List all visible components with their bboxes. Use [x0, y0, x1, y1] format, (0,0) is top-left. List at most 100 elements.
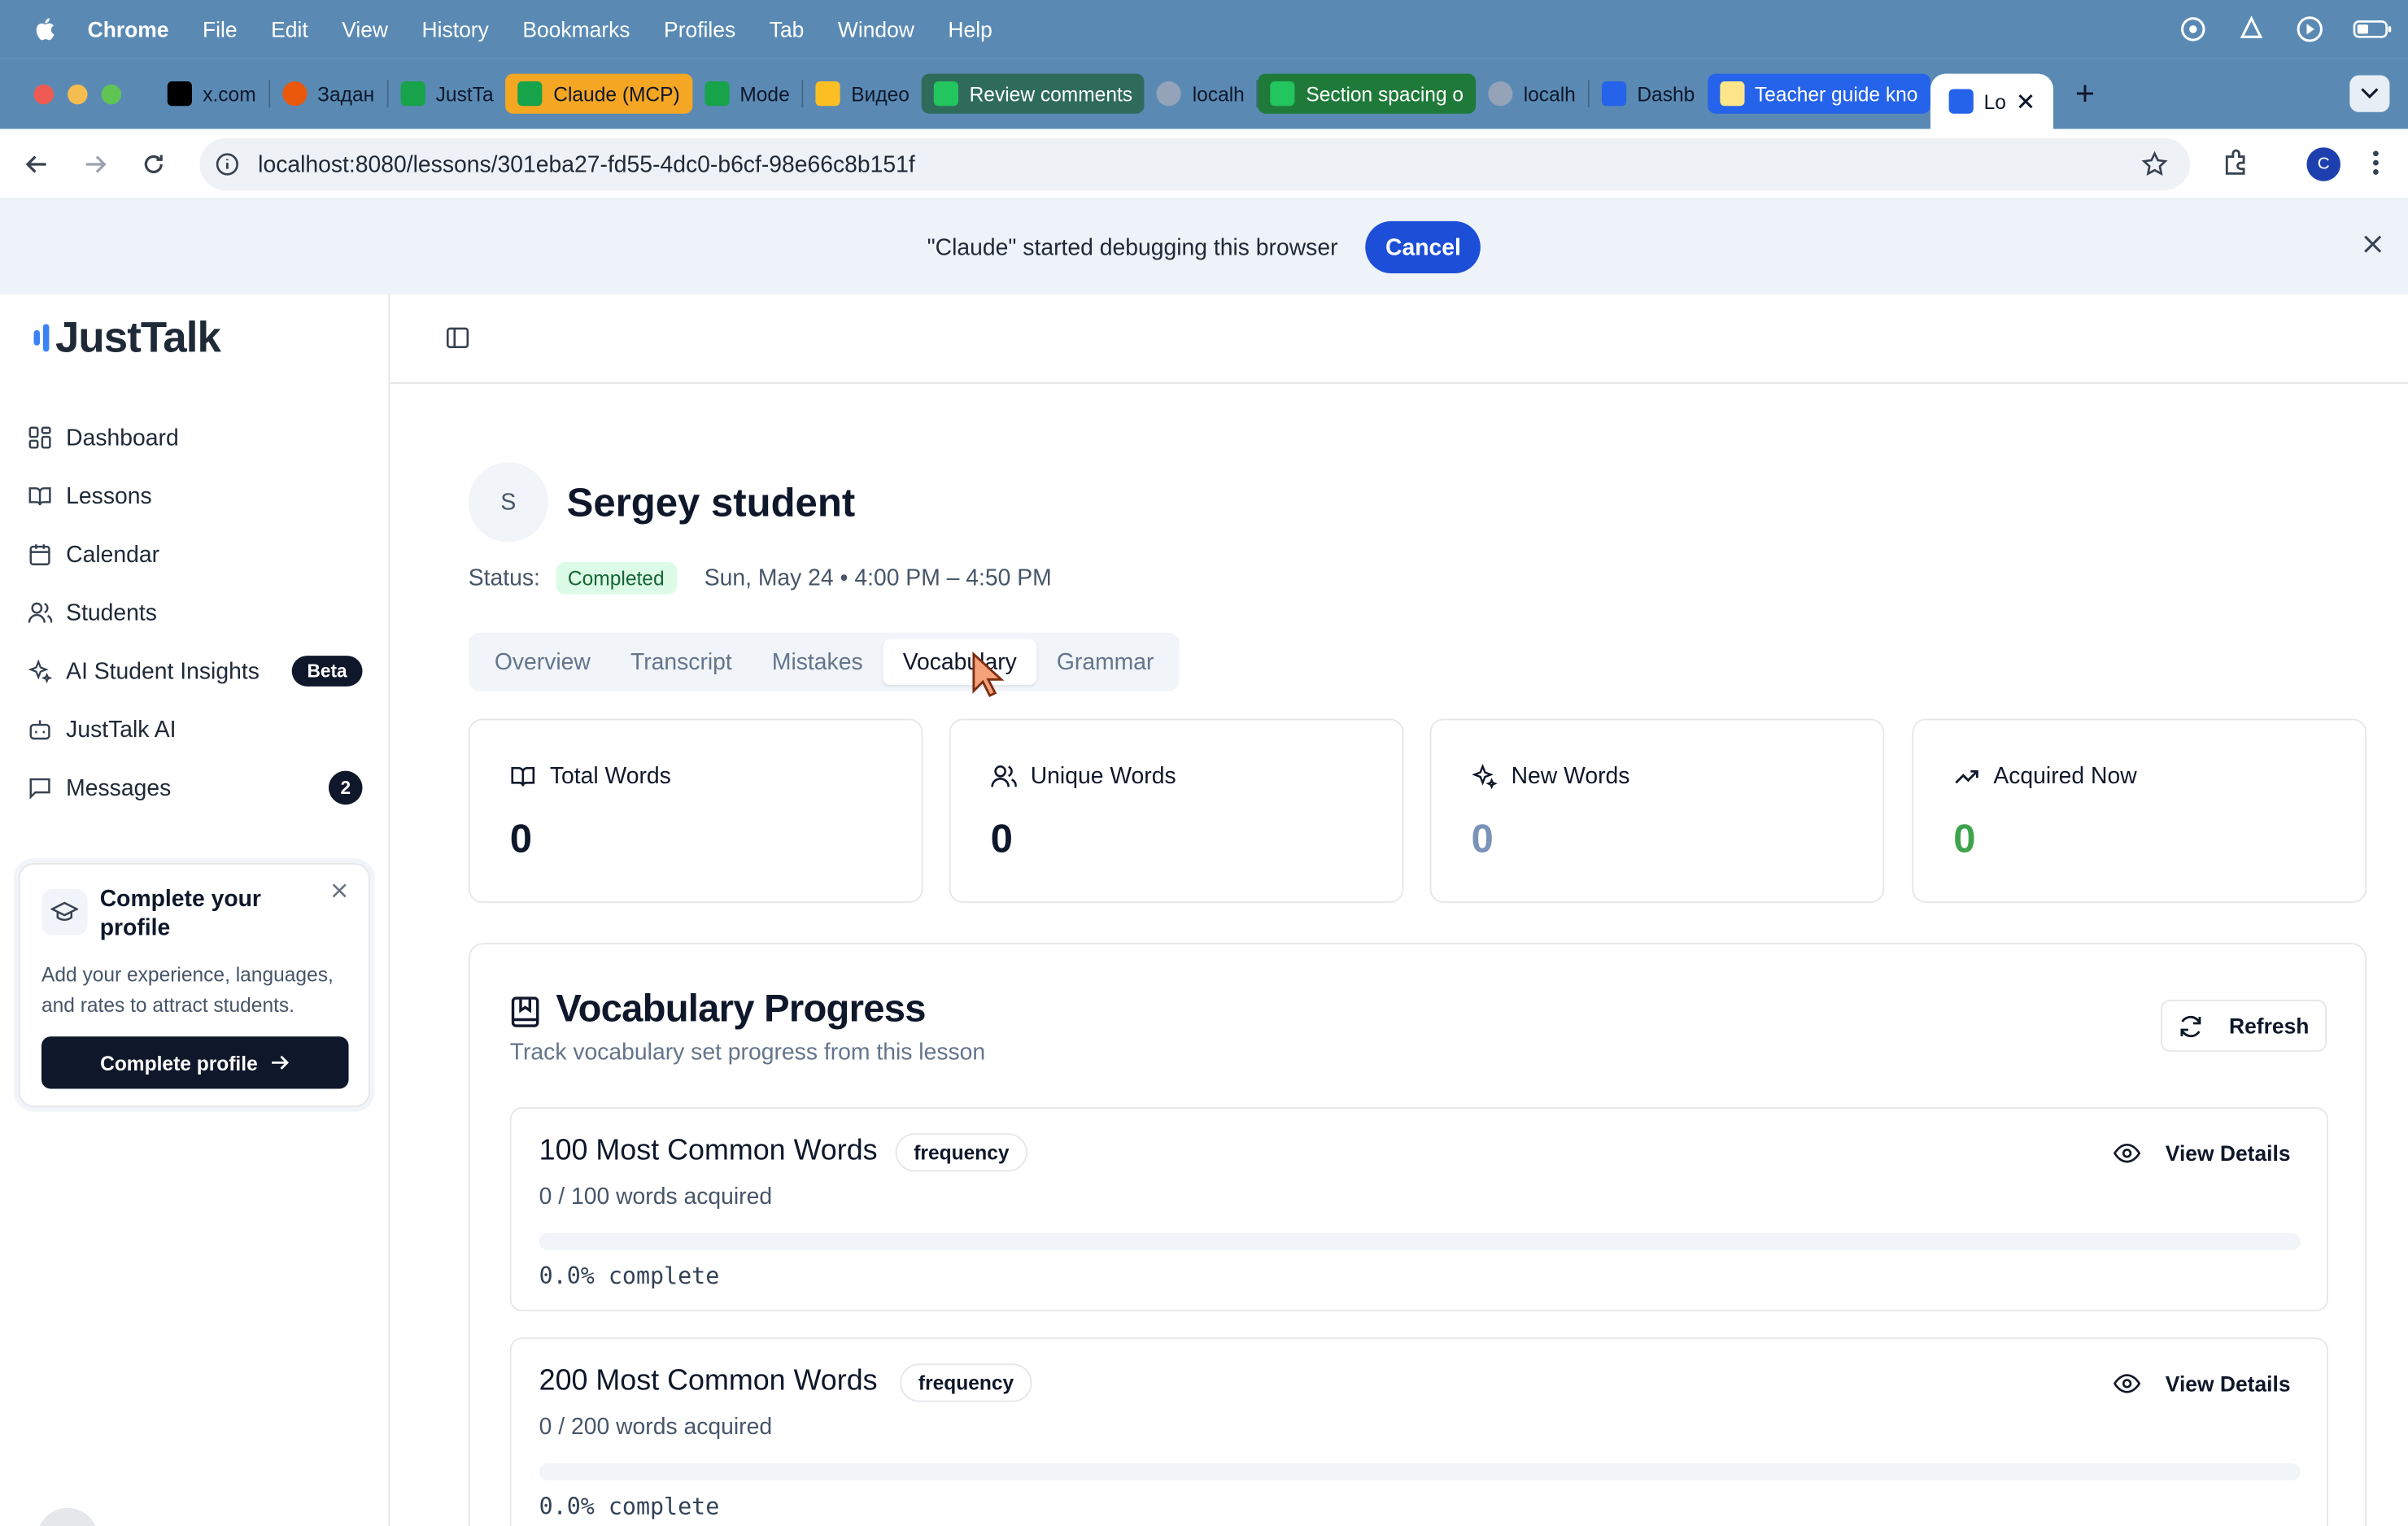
close-tab-icon[interactable] — [2017, 92, 2035, 111]
view-details-button[interactable]: View Details — [2113, 1140, 2291, 1166]
reload-icon — [144, 154, 163, 173]
stat-value: 0 — [1471, 815, 1494, 862]
sidebar-toggle-icon[interactable] — [445, 325, 469, 350]
site-info-icon[interactable] — [215, 152, 239, 177]
tab-overview[interactable]: Overview — [474, 639, 610, 685]
sidebar-item-calendar[interactable]: Calendar — [0, 525, 390, 584]
browser-tab-active[interactable]: Lo — [1930, 73, 2054, 129]
tab-search-button[interactable] — [2349, 75, 2390, 112]
menu-help[interactable]: Help — [948, 17, 992, 41]
close-icon[interactable] — [2362, 233, 2383, 255]
tab-vocabulary[interactable]: Vocabulary — [883, 639, 1037, 685]
menu-app-name[interactable]: Chrome — [88, 17, 169, 41]
view-details-button[interactable]: View Details — [2113, 1371, 2291, 1396]
tray-sync-icon[interactable] — [2236, 14, 2267, 45]
tray-play-icon[interactable] — [2294, 14, 2325, 45]
chevron-down-icon — [2361, 88, 2379, 99]
stat-value: 0 — [990, 815, 1013, 862]
dismiss-card-icon[interactable] — [332, 883, 347, 898]
battery-icon[interactable] — [2353, 14, 2393, 45]
profile-avatar[interactable]: C — [2306, 147, 2341, 181]
stat-label: Acquired Now — [1993, 763, 2137, 790]
menu-view[interactable]: View — [342, 17, 388, 41]
browser-tab-grouped[interactable]: Section spacing o — [1258, 73, 1477, 114]
site-favicon-icon — [281, 81, 307, 107]
more-options-icon[interactable] — [2371, 147, 2380, 178]
globe-icon — [1488, 81, 1513, 107]
sidebar-item-lessons[interactable]: Lessons — [0, 467, 390, 525]
browser-tab[interactable]: x.com — [155, 74, 268, 114]
eye-icon — [2113, 1374, 2141, 1393]
menu-profiles[interactable]: Profiles — [664, 17, 735, 41]
sidebar-item-label: Messages — [66, 774, 172, 801]
status-badge: Completed — [555, 561, 677, 595]
tray-app-icon[interactable] — [2178, 14, 2209, 45]
new-tab-button[interactable]: + — [2075, 74, 2095, 114]
refresh-button[interactable]: Refresh — [2161, 999, 2327, 1053]
sidebar-item-messages[interactable]: Messages 2 — [0, 759, 390, 818]
content-header — [390, 294, 2408, 384]
justtalk-favicon-icon — [400, 81, 425, 107]
tab-mistakes[interactable]: Mistakes — [752, 639, 883, 685]
vocab-set-acquired: 0 / 200 words acquired — [539, 1414, 773, 1441]
extensions-icon[interactable] — [2221, 147, 2252, 178]
url-text: localhost:8080/lessons/301eba27-fd55-4dc… — [258, 150, 915, 178]
eye-icon — [2113, 1144, 2141, 1163]
window-controls — [33, 83, 122, 104]
menu-window[interactable]: Window — [838, 17, 914, 41]
view-details-label: View Details — [2165, 1140, 2291, 1166]
browser-tab-grouped[interactable]: Teacher guide kno — [1707, 73, 1930, 114]
menu-edit[interactable]: Edit — [271, 17, 308, 41]
macos-menu-bar: Chrome File Edit View History Bookmarks … — [0, 0, 2408, 59]
user-avatar[interactable] — [37, 1507, 98, 1526]
zoom-window-button[interactable] — [101, 83, 122, 104]
refresh-label: Refresh — [2228, 1013, 2310, 1039]
close-window-button[interactable] — [33, 83, 55, 104]
browser-tab[interactable]: localh — [1145, 74, 1257, 114]
sidebar-item-label: Students — [66, 600, 157, 626]
reload-button[interactable] — [132, 142, 175, 185]
apple-icon[interactable] — [33, 15, 60, 43]
sidebar-item-dashboard[interactable]: Dashboard — [0, 408, 390, 467]
stat-card-total-words: Total Words 0 — [468, 718, 923, 904]
main-content: S Sergey student Status: Completed Sun, … — [390, 294, 2408, 1526]
justtalk-favicon-icon — [1948, 89, 1974, 114]
browser-tab[interactable]: Dashb — [1590, 74, 1708, 114]
sidebar-item-justtalk-ai[interactable]: JustTalk AI — [0, 700, 390, 759]
tab-transcript[interactable]: Transcript — [610, 639, 752, 685]
browser-tab[interactable]: Задан — [270, 74, 387, 114]
status-label: Status: — [468, 565, 540, 591]
sidebar-item-students[interactable]: Students — [0, 583, 390, 642]
users-icon — [28, 602, 53, 623]
bookmark-star-icon[interactable] — [2141, 150, 2169, 178]
browser-tab[interactable]: JustTa — [388, 74, 506, 114]
browser-tab-grouped[interactable]: Review comments — [922, 73, 1145, 114]
minimize-window-button[interactable] — [68, 83, 88, 104]
vocab-set-tag: frequency — [900, 1363, 1032, 1402]
panel-title: Vocabulary Progress — [556, 987, 926, 1031]
back-button[interactable] — [15, 142, 59, 185]
browser-tab[interactable]: Mode — [692, 74, 802, 114]
address-bar[interactable]: localhost:8080/lessons/301eba27-fd55-4dc… — [199, 137, 2191, 191]
tab-grammar[interactable]: Grammar — [1036, 639, 1174, 685]
arrow-right-icon — [271, 1055, 289, 1070]
browser-tab-grouped[interactable]: Claude (MCP) — [505, 73, 692, 114]
menu-bookmarks[interactable]: Bookmarks — [522, 17, 630, 41]
stat-value: 0 — [509, 815, 533, 862]
menu-history[interactable]: History — [422, 17, 489, 41]
cancel-debugging-button[interactable]: Cancel — [1365, 220, 1481, 274]
browser-toolbar: localhost:8080/lessons/301eba27-fd55-4dc… — [0, 129, 2408, 200]
trending-up-icon — [1955, 770, 1978, 784]
browser-tab[interactable]: Видео — [804, 74, 922, 114]
sidebar-item-ai-student-insights[interactable]: AI Student Insights Beta — [0, 642, 390, 700]
x-logo-icon — [167, 81, 192, 107]
student-name: Sergey student — [566, 478, 856, 525]
complete-profile-button[interactable]: Complete profile — [41, 1036, 349, 1089]
menu-file[interactable]: File — [203, 17, 238, 41]
stat-label: Total Words — [549, 763, 671, 790]
browser-tab[interactable]: localh — [1476, 74, 1588, 114]
justtalk-logo[interactable]: JustTalk — [33, 313, 221, 362]
menu-tab[interactable]: Tab — [770, 17, 805, 41]
forward-button[interactable] — [74, 142, 117, 185]
check-icon — [934, 81, 959, 107]
